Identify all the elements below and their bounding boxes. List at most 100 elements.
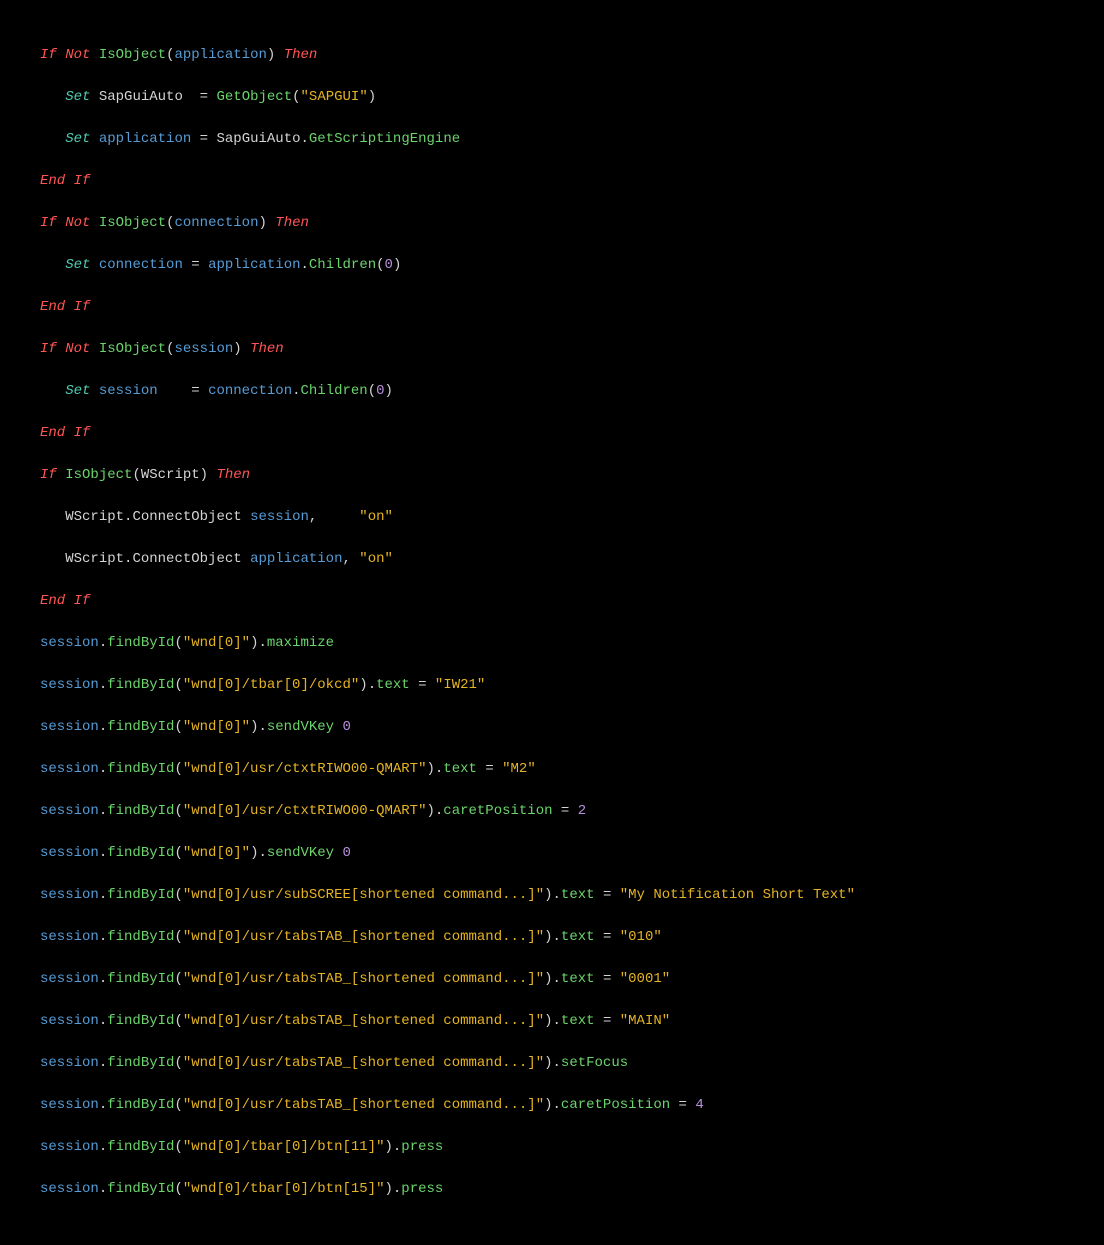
fn-press: press [401,1181,443,1197]
var-session: session [40,1013,99,1029]
code-line: Set connection = application.Children(0) [40,255,1064,276]
var-session: session [174,341,233,357]
fn-maximize: maximize [267,635,334,651]
code-line: session.findById("wnd[0]/usr/subSCREE[sh… [40,885,1064,906]
var-session: session [40,677,99,693]
keyword-then: Then [250,341,284,357]
fn-findbyid: findById [107,929,174,945]
keyword-endif: End If [40,425,90,441]
code-line: If Not IsObject(application) Then [40,45,1064,66]
str-wnd0: "wnd[0]" [183,635,250,651]
code-line: session.findById("wnd[0]/tbar[0]/okcd").… [40,675,1064,696]
str-wnd0: "wnd[0]" [183,845,250,861]
fn-findbyid: findById [107,1055,174,1071]
str-btn11: "wnd[0]/tbar[0]/btn[11]" [183,1139,385,1155]
keyword-if: If [40,47,57,63]
code-line: Set session = connection.Children(0) [40,381,1064,402]
code-block: If Not IsObject(application) Then Set Sa… [0,0,1104,1245]
keyword-not: Not [65,341,90,357]
fn-findbyid: findById [107,719,174,735]
var-session: session [250,509,309,525]
str-iw21: "IW21" [435,677,485,693]
var-connection: connection [174,215,258,231]
var-session: session [40,887,99,903]
var-application: application [250,551,342,567]
fn-press: press [401,1139,443,1155]
fn-findbyid: findById [107,1139,174,1155]
num-zero: 0 [376,383,384,399]
str-tabstab: "wnd[0]/usr/tabsTAB_[shortened command..… [183,1097,544,1113]
keyword-endif: End If [40,299,90,315]
str-mynotif: "My Notification Short Text" [620,887,855,903]
code-line: WScript.ConnectObject application, "on" [40,549,1064,570]
code-line: End If [40,297,1064,318]
fn-text: text [561,887,595,903]
fn-findbyid: findById [107,803,174,819]
var-application: application [174,47,266,63]
str-on: "on" [359,509,393,525]
var-session: session [40,1055,99,1071]
code-line: If Not IsObject(connection) Then [40,213,1064,234]
keyword-then: Then [216,467,250,483]
str-ctxtriwo00: "wnd[0]/usr/ctxtRIWO00-QMART" [183,761,427,777]
fn-isobject: IsObject [99,47,166,63]
fn-connectobject: ConnectObject [132,551,241,567]
var-session: session [99,383,158,399]
fn-isobject: IsObject [65,467,132,483]
fn-sendvkey: sendVKey [267,845,334,861]
code-line: End If [40,591,1064,612]
code-line: End If [40,171,1064,192]
id-sapguiauto: SapGuiAuto [216,131,300,147]
keyword-if: If [40,215,57,231]
fn-setfocus: setFocus [561,1055,628,1071]
fn-sendvkey: sendVKey [267,719,334,735]
id-sapguiauto: SapGuiAuto [99,89,183,105]
code-line: session.findById("wnd[0]/usr/ctxtRIWO00-… [40,759,1064,780]
str-on: "on" [359,551,393,567]
code-line: session.findById("wnd[0]/usr/tabsTAB_[sh… [40,1011,1064,1032]
str-tbar-okcd: "wnd[0]/tbar[0]/okcd" [183,677,359,693]
code-line: session.findById("wnd[0]/tbar[0]/btn[11]… [40,1137,1064,1158]
fn-text: text [561,971,595,987]
code-line: session.findById("wnd[0]/usr/tabsTAB_[sh… [40,1095,1064,1116]
var-connection: connection [99,257,183,273]
keyword-if: If [40,467,57,483]
keyword-not: Not [65,47,90,63]
fn-children: Children [309,257,376,273]
code-line: session.findById("wnd[0]/usr/ctxtRIWO00-… [40,801,1064,822]
fn-findbyid: findById [107,1097,174,1113]
fn-children: Children [301,383,368,399]
code-line: If IsObject(WScript) Then [40,465,1064,486]
fn-findbyid: findById [107,887,174,903]
var-connection: connection [208,383,292,399]
num-zero: 0 [343,845,351,861]
code-line: session.findById("wnd[0]").maximize [40,633,1064,654]
var-application: application [99,131,191,147]
fn-text: text [443,761,477,777]
num-zero: 0 [385,257,393,273]
code-line: session.findById("wnd[0]").sendVKey 0 [40,717,1064,738]
keyword-then: Then [284,47,318,63]
var-session: session [40,1097,99,1113]
fn-findbyid: findById [107,635,174,651]
str-sapgui: "SAPGUI" [301,89,368,105]
str-main: "MAIN" [620,1013,670,1029]
code-line: End If [40,423,1064,444]
keyword-set: Set [65,383,90,399]
code-line: session.findById("wnd[0]/usr/tabsTAB_[sh… [40,1053,1064,1074]
var-session: session [40,1181,99,1197]
var-session: session [40,845,99,861]
code-line: If Not IsObject(session) Then [40,339,1064,360]
code-line: Set application = SapGuiAuto.GetScriptin… [40,129,1064,150]
var-session: session [40,803,99,819]
var-session: session [40,1139,99,1155]
fn-getscriptingengine: GetScriptingEngine [309,131,460,147]
code-line: session.findById("wnd[0]/usr/tabsTAB_[sh… [40,927,1064,948]
keyword-set: Set [65,257,90,273]
fn-findbyid: findById [107,677,174,693]
num-four: 4 [695,1097,703,1113]
fn-findbyid: findById [107,1013,174,1029]
code-line: Set SapGuiAuto = GetObject("SAPGUI") [40,87,1064,108]
str-tabstab: "wnd[0]/usr/tabsTAB_[shortened command..… [183,1055,544,1071]
var-session: session [40,719,99,735]
